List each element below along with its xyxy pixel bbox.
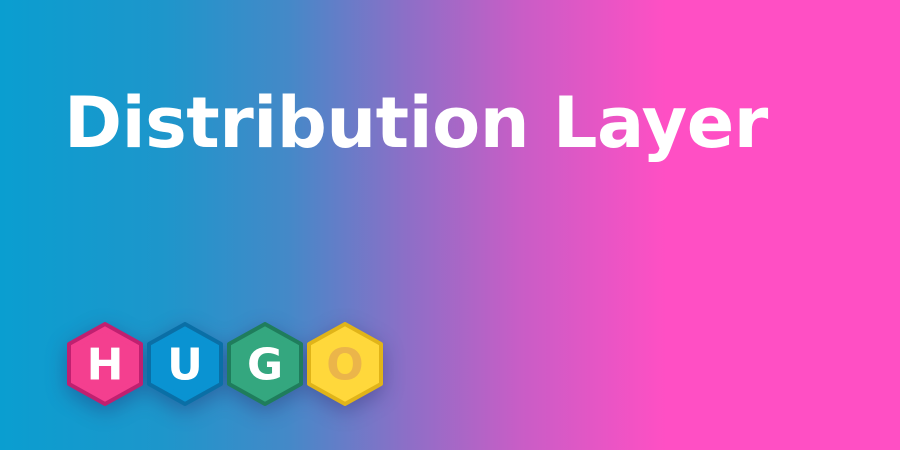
logo-hex-g: G	[227, 322, 303, 406]
hugo-logo-graphic: H U G O	[67, 322, 383, 406]
hex-u-letter: U	[167, 340, 203, 391]
hex-g-letter: G	[247, 340, 283, 391]
banner: Distribution Layer H U G O	[0, 0, 900, 450]
banner-title: Distribution Layer	[64, 82, 768, 164]
hugo-logo: H U G O	[66, 322, 386, 406]
logo-hex-o: O	[307, 322, 383, 406]
hex-h-letter: H	[87, 340, 124, 391]
hex-o-letter: O	[326, 340, 363, 391]
logo-hex-u: U	[147, 322, 223, 406]
logo-hex-h: H	[67, 322, 143, 406]
